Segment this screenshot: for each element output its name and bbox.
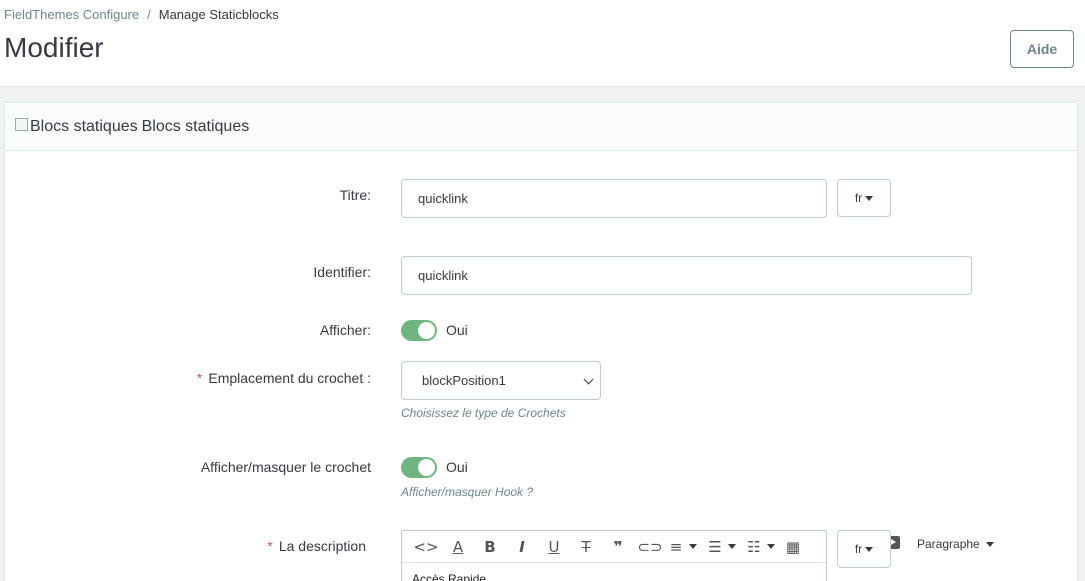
- caret-down-icon[interactable]: [689, 544, 697, 549]
- editor-toolbar: <> A B I U T ❞ ⊂⊃ ≡ ☰ ☷ ▦: [402, 531, 826, 563]
- title-input[interactable]: quicklink: [401, 179, 827, 218]
- caret-down-icon[interactable]: [767, 544, 775, 549]
- hook-select-value: blockPosition1: [422, 373, 506, 388]
- display-toggle-label: Oui: [446, 322, 468, 338]
- description-label: * La description: [267, 538, 366, 554]
- underline-icon[interactable]: U: [538, 538, 570, 556]
- hook-toggle[interactable]: [401, 457, 437, 478]
- bold-icon[interactable]: B: [474, 538, 506, 556]
- breadcrumb: FieldThemes Configure / Manage Staticblock…: [4, 7, 279, 22]
- broken-image-icon: Blocs statiques: [15, 118, 138, 136]
- hook-help: Choisissez le type de Crochets: [401, 406, 566, 420]
- hook-toggle-help: Afficher/masquer Hook ?: [401, 485, 534, 499]
- panel-title: Blocs statiques: [141, 117, 250, 135]
- description-label-text: La description: [278, 538, 366, 554]
- caret-down-icon: [865, 195, 874, 201]
- align-icon[interactable]: ≡: [666, 538, 686, 556]
- blockquote-icon[interactable]: ❞: [602, 538, 634, 556]
- text-color-icon[interactable]: A: [442, 538, 474, 556]
- page-header: FieldThemes Configure / Manage Staticblock…: [0, 0, 1085, 87]
- hook-toggle-label: Afficher/masquer le crochet: [200, 459, 371, 475]
- format-label: Paragraphe: [917, 537, 980, 551]
- required-mark: *: [196, 370, 203, 386]
- form-panel: Blocs statiques Blocs statiques: [4, 102, 1078, 581]
- title-lang-button[interactable]: fr: [837, 179, 891, 217]
- format-dropdown[interactable]: Paragraphe: [917, 537, 994, 551]
- breadcrumb-current: Manage Staticblocks: [158, 7, 279, 22]
- hook-select[interactable]: blockPosition1: [401, 361, 601, 400]
- required-mark: *: [267, 538, 273, 554]
- description-lang-label: fr: [854, 542, 863, 556]
- caret-down-icon: [865, 546, 874, 552]
- caret-down-icon: [985, 541, 994, 547]
- italic-icon[interactable]: I: [506, 538, 538, 556]
- page-title: Modifier: [4, 32, 104, 63]
- toggle-knob: [418, 459, 435, 476]
- identifier-input[interactable]: quicklink: [401, 256, 972, 295]
- breadcrumb-separator: /: [147, 7, 151, 22]
- caret-down-icon[interactable]: [728, 544, 736, 549]
- display-toggle[interactable]: [401, 320, 437, 341]
- chevron-down-icon: [583, 374, 594, 385]
- link-icon[interactable]: ⊂⊃: [634, 538, 666, 556]
- editor-content[interactable]: Accès Rapide: [402, 563, 826, 581]
- description-lang-button[interactable]: fr: [837, 530, 891, 568]
- title-lang-label: fr: [854, 191, 863, 205]
- strikethrough-icon[interactable]: T: [570, 538, 602, 556]
- bullet-list-icon[interactable]: ☰: [705, 538, 725, 556]
- panel-heading: Blocs statiques Blocs statiques: [5, 103, 1077, 151]
- hook-toggle-state: Oui: [446, 459, 468, 475]
- hook-label: * Emplacement du crochet :: [197, 370, 371, 386]
- numbered-list-icon[interactable]: ☷: [744, 538, 764, 556]
- identifier-label: Identifier:: [313, 264, 371, 280]
- breadcrumb-parent[interactable]: FieldThemes Configure: [4, 7, 139, 22]
- code-icon[interactable]: <>: [410, 538, 442, 556]
- title-label: Titre:: [339, 187, 371, 203]
- display-label: Afficher:: [319, 322, 371, 338]
- table-icon[interactable]: ▦: [783, 538, 803, 556]
- toggle-knob: [418, 322, 435, 339]
- description-editor[interactable]: <> A B I U T ❞ ⊂⊃ ≡ ☰ ☷ ▦ Accès Rapide: [401, 530, 827, 581]
- help-button[interactable]: Aide: [1010, 30, 1074, 68]
- hook-label-text: Emplacement du crochet :: [208, 370, 371, 386]
- panel-heading-alt: Blocs statiques: [30, 117, 138, 135]
